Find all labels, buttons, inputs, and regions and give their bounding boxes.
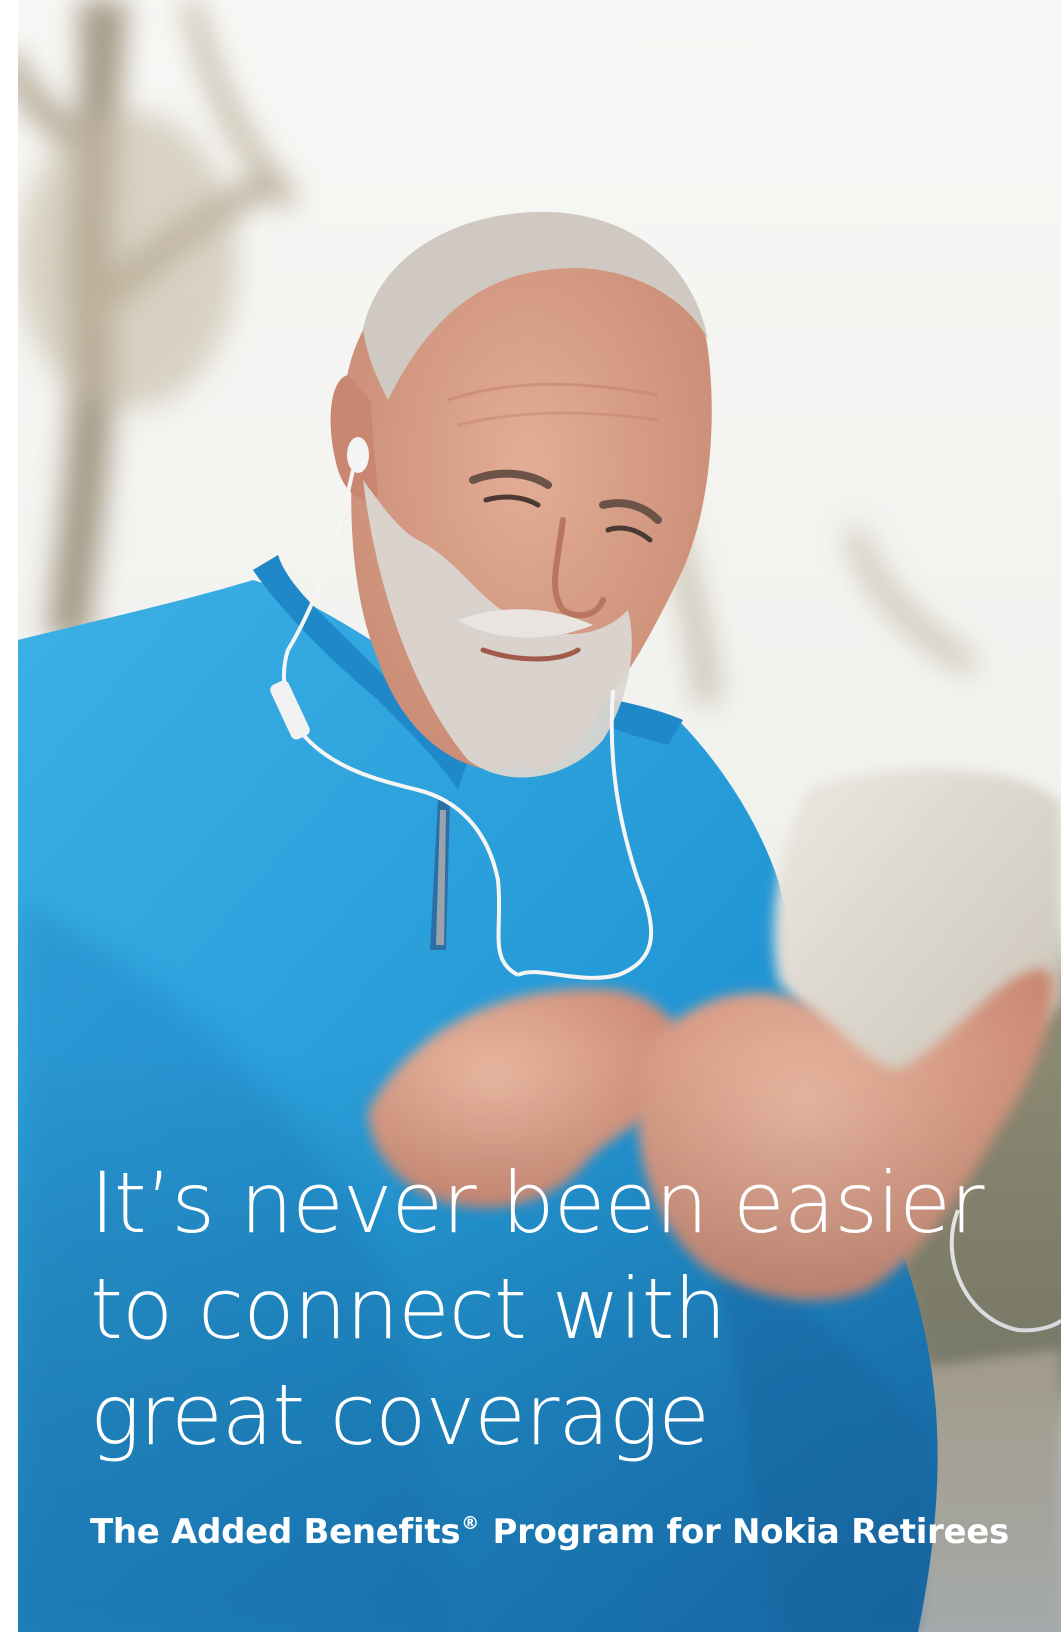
headline-line-2: to connect with <box>90 1260 727 1358</box>
subtitle-audience: Program for Nokia Retirees <box>481 1512 1010 1552</box>
headline-line-1: It’s never been easier <box>90 1154 985 1252</box>
cover-page: It’s never been easier to connect with g… <box>18 0 1061 1632</box>
headline-line-3: great coverage <box>90 1366 710 1464</box>
subtitle-program-name: The Added Benefits <box>90 1512 461 1552</box>
registered-mark: ® <box>461 1513 479 1534</box>
cover-headline: It’s never been easier to connect with g… <box>90 1150 990 1468</box>
program-subtitle: The Added Benefits® Program for Nokia Re… <box>90 1512 1009 1552</box>
